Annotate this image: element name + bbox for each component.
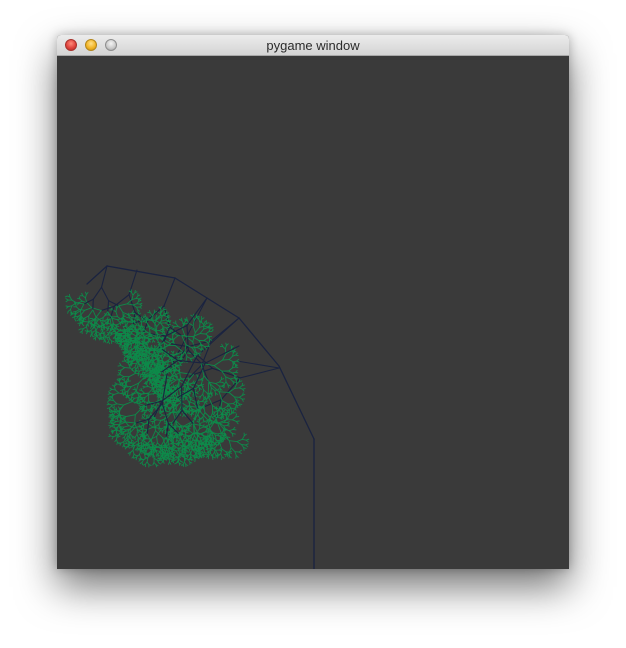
- fractal-tree-drawing: [64, 265, 315, 570]
- app-window: pygame window: [57, 35, 569, 570]
- title-bar[interactable]: pygame window: [57, 35, 569, 56]
- pygame-canvas[interactable]: [57, 56, 569, 570]
- window-title: pygame window: [266, 38, 360, 53]
